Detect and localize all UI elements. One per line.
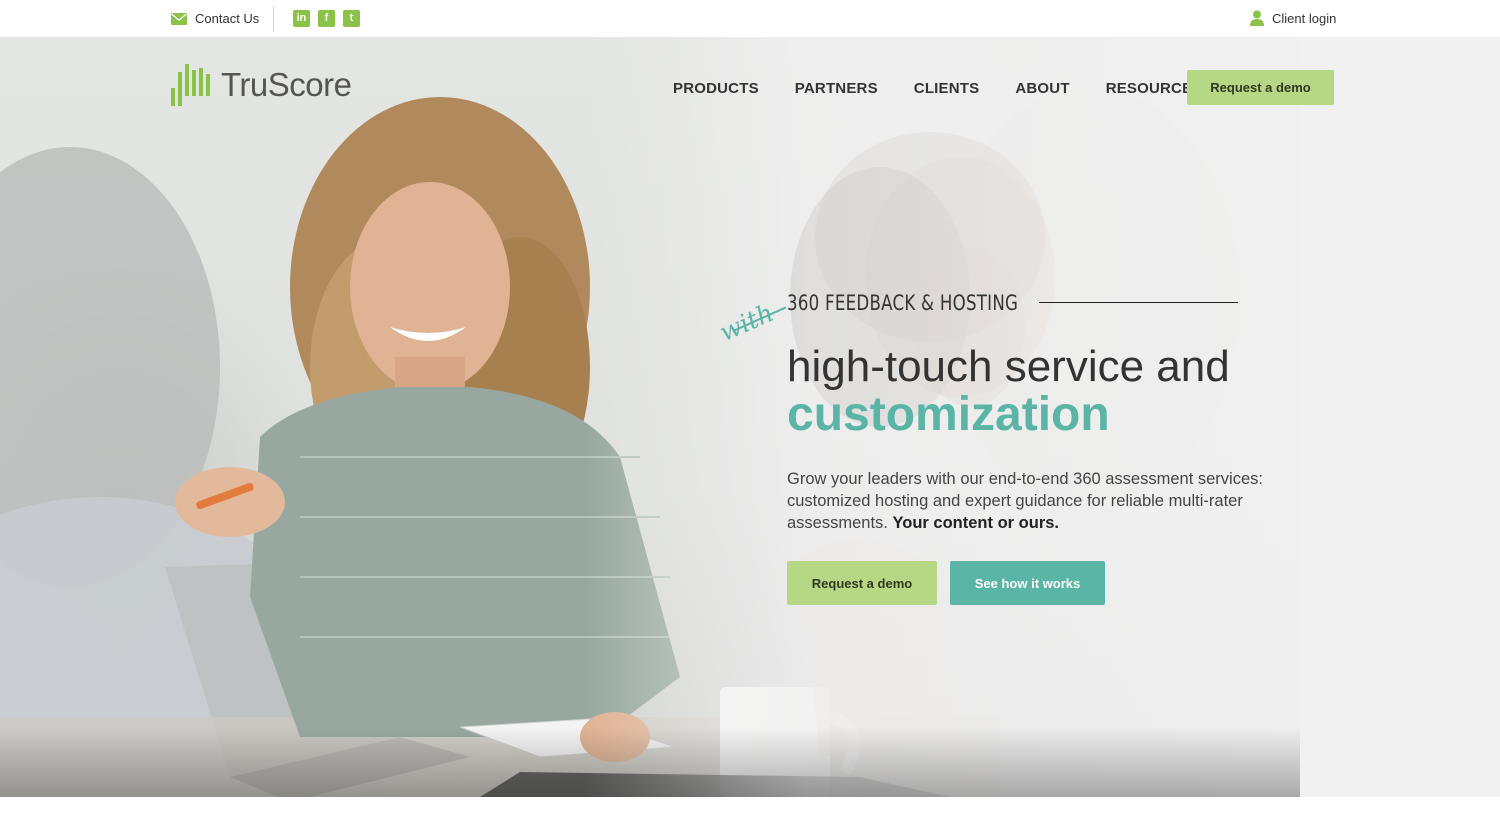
contact-us-link[interactable]: Contact Us: [171, 11, 259, 26]
logo-wordmark: TruScore: [221, 65, 352, 103]
hero-description: Grow your leaders with our end-to-end 36…: [787, 470, 1263, 532]
hero-eyebrow: 360 FEEDBACK & HOSTING: [787, 291, 1019, 315]
hero-section: [0, 37, 1500, 797]
user-icon: [1250, 10, 1264, 26]
contact-us-label: Contact Us: [195, 11, 260, 26]
hero-headline-line2: customization: [787, 388, 1110, 441]
twitter-icon[interactable]: t: [343, 10, 360, 27]
client-login-label: Client login: [1272, 10, 1337, 26]
nav-item-about[interactable]: ABOUT: [1015, 80, 1069, 97]
top-utility-bar: Contact Us in f t Client login: [0, 0, 1500, 37]
page-bottom-band: [0, 797, 1500, 822]
see-how-it-works-button[interactable]: See how it works: [950, 561, 1105, 605]
hero-right-pane: [1300, 37, 1500, 797]
main-navigation: PRODUCTS PARTNERS CLIENTS ABOUT RESOURCE…: [673, 80, 1239, 97]
eyebrow-rule: [1039, 302, 1238, 303]
truscore-logo[interactable]: TruScore: [171, 62, 352, 106]
facebook-icon[interactable]: f: [318, 10, 335, 27]
social-links: in f t: [293, 10, 360, 27]
envelope-icon: [171, 12, 187, 25]
hero-request-demo-button[interactable]: Request a demo: [787, 561, 937, 605]
nav-item-products[interactable]: PRODUCTS: [673, 80, 759, 97]
client-login-link[interactable]: Client login: [1250, 10, 1336, 26]
header-request-demo-button[interactable]: Request a demo: [1187, 70, 1334, 105]
nav-item-partners[interactable]: PARTNERS: [795, 80, 878, 97]
divider: [273, 6, 274, 32]
hero-headline-line1: high-touch service and: [787, 342, 1230, 391]
nav-item-clients[interactable]: CLIENTS: [914, 80, 980, 97]
linkedin-icon[interactable]: in: [293, 10, 310, 27]
bar-chart-logo-icon: [171, 64, 210, 106]
